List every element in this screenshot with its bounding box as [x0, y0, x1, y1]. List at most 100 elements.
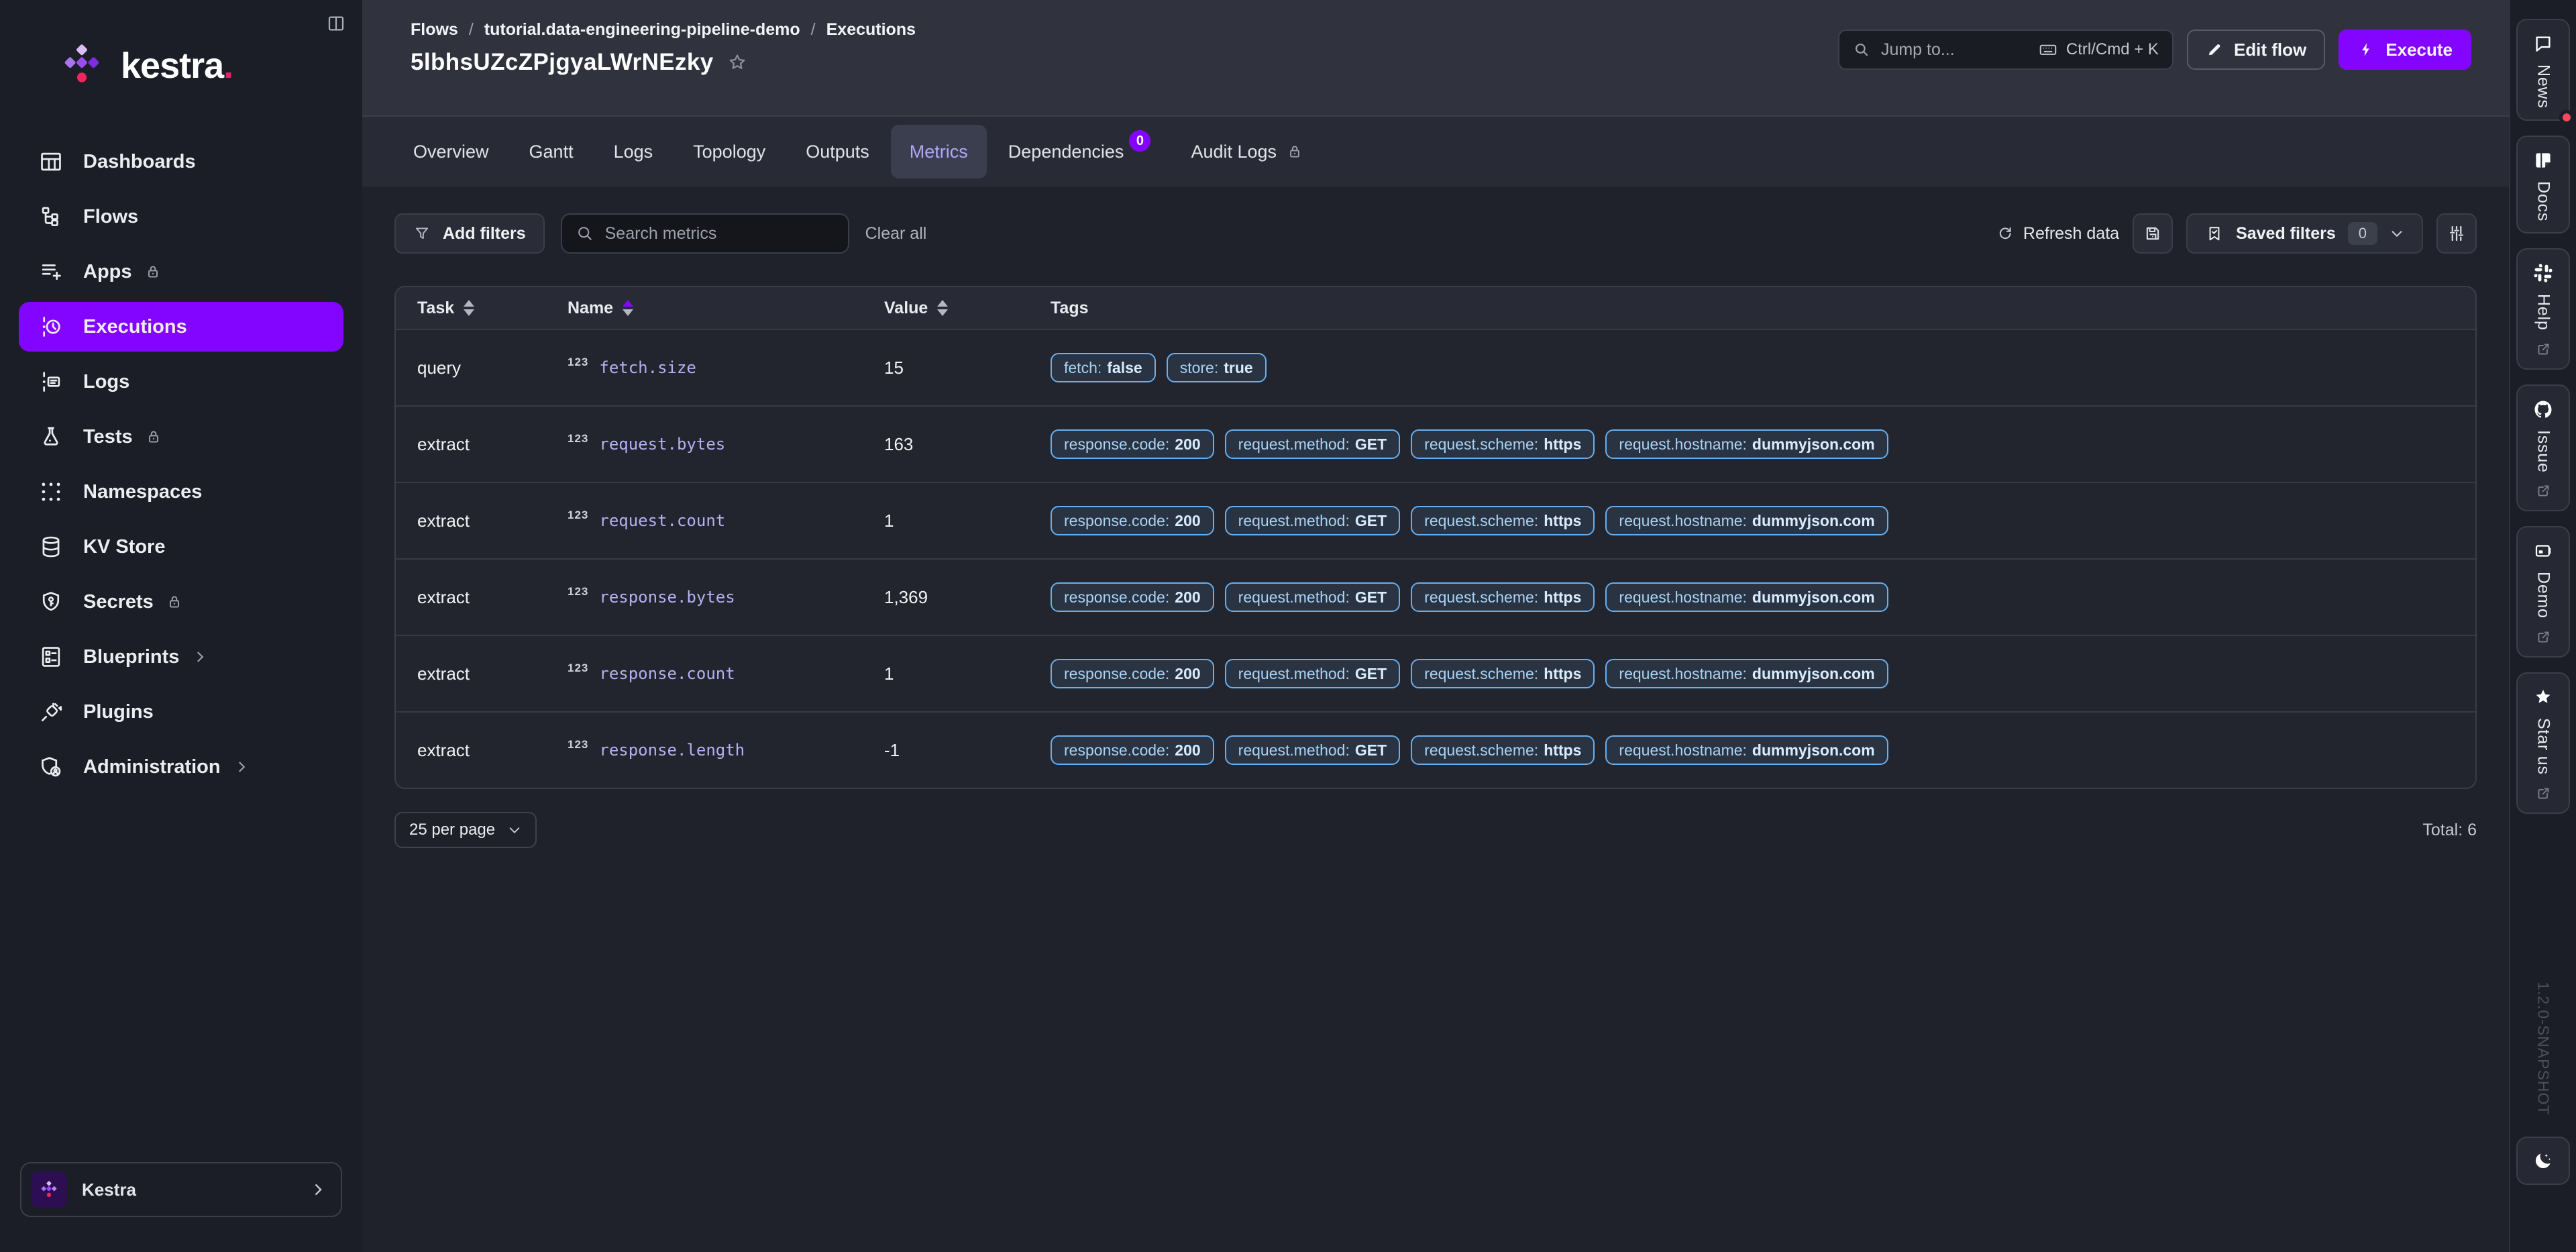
- saved-filters-button[interactable]: Saved filters 0: [2186, 213, 2423, 254]
- breadcrumb-flow-id[interactable]: tutorial.data-engineering-pipeline-demo: [484, 20, 800, 40]
- tag-chip[interactable]: fetch:false: [1051, 353, 1156, 382]
- column-header-name[interactable]: Name: [568, 299, 884, 318]
- docs-button[interactable]: Docs: [2516, 136, 2570, 233]
- sidebar-item-flows[interactable]: Flows: [19, 192, 343, 242]
- tab-audit-logs[interactable]: Audit Logs: [1172, 125, 1322, 178]
- tab-logs[interactable]: Logs: [595, 125, 672, 178]
- help-button[interactable]: Help: [2516, 248, 2570, 370]
- search-metrics-box: [561, 213, 849, 254]
- issue-button[interactable]: Issue: [2516, 384, 2570, 512]
- tag-chip[interactable]: request.method:GET: [1225, 582, 1401, 612]
- breadcrumb-flows[interactable]: Flows: [411, 20, 458, 40]
- refresh-icon: [1996, 225, 2014, 242]
- timeline-text-icon: [38, 369, 64, 395]
- breadcrumb-executions[interactable]: Executions: [826, 20, 916, 40]
- tag-chip[interactable]: request.hostname:dummyjson.com: [1605, 735, 1888, 765]
- favorite-star-icon[interactable]: [727, 52, 747, 72]
- tag-chip[interactable]: store:true: [1167, 353, 1267, 382]
- theme-toggle-button[interactable]: [2516, 1137, 2570, 1185]
- sidebar-nav: Dashboards Flows Apps Executions Logs: [0, 137, 362, 792]
- star-us-button[interactable]: Star us: [2516, 672, 2570, 814]
- demo-button[interactable]: Demo: [2516, 526, 2570, 658]
- tab-outputs[interactable]: Outputs: [787, 125, 888, 178]
- tag-chip[interactable]: request.scheme:https: [1411, 429, 1595, 459]
- tag-chip[interactable]: response.code:200: [1051, 659, 1214, 688]
- sidebar-item-namespaces[interactable]: Namespaces: [19, 467, 343, 517]
- execute-button[interactable]: Execute: [2339, 30, 2471, 70]
- column-header-value[interactable]: Value: [884, 299, 1051, 318]
- notification-dot: [2559, 110, 2574, 125]
- save-view-button[interactable]: [2133, 213, 2173, 254]
- tag-chip[interactable]: response.code:200: [1051, 582, 1214, 612]
- column-header-task[interactable]: Task: [417, 299, 568, 318]
- table-row: extract 123response.length -1 response.c…: [396, 711, 2475, 788]
- sidebar-item-administration[interactable]: Administration: [19, 742, 343, 792]
- sidebar-item-logs[interactable]: Logs: [19, 357, 343, 407]
- tab-metrics[interactable]: Metrics: [891, 125, 987, 178]
- metric-name: request.count: [599, 511, 725, 530]
- add-filters-button[interactable]: Add filters: [394, 213, 545, 254]
- lightning-bolt-icon: [2357, 41, 2375, 58]
- sidebar-item-apps[interactable]: Apps: [19, 247, 343, 297]
- numeric-metric-icon: 123: [568, 662, 588, 675]
- chevron-right-icon: [191, 648, 209, 666]
- chevron-right-icon: [233, 758, 250, 776]
- metric-name: response.bytes: [599, 588, 735, 607]
- kestra-logo-mark: [56, 40, 107, 91]
- execution-tabs: Overview Gantt Logs Topology Outputs Met…: [362, 115, 2509, 187]
- tag-chip[interactable]: request.hostname:dummyjson.com: [1605, 506, 1888, 535]
- clear-all-link[interactable]: Clear all: [865, 224, 927, 244]
- sidebar-item-secrets[interactable]: Secrets: [19, 577, 343, 627]
- tag-chip[interactable]: request.scheme:https: [1411, 582, 1595, 612]
- news-button[interactable]: News: [2516, 19, 2570, 121]
- sort-icon: [464, 300, 474, 316]
- edit-flow-button[interactable]: Edit flow: [2187, 30, 2325, 70]
- page-size-select[interactable]: 25 per page: [394, 812, 537, 848]
- tag-chip[interactable]: request.scheme:https: [1411, 506, 1595, 535]
- collapse-sidebar-icon[interactable]: [326, 13, 346, 34]
- tenant-selector[interactable]: Kestra: [20, 1162, 342, 1217]
- value-cell: -1: [884, 740, 1051, 761]
- keyboard-icon: [2038, 40, 2058, 60]
- moon-icon: [2532, 1150, 2554, 1171]
- sidebar-item-dashboards[interactable]: Dashboards: [19, 137, 343, 187]
- sort-asc-icon: [623, 300, 633, 316]
- numeric-metric-icon: 123: [568, 509, 588, 522]
- tag-chip[interactable]: response.code:200: [1051, 429, 1214, 459]
- tag-chip[interactable]: response.code:200: [1051, 735, 1214, 765]
- sidebar-item-plugins[interactable]: Plugins: [19, 687, 343, 737]
- tab-overview[interactable]: Overview: [394, 125, 508, 178]
- sidebar-item-tests[interactable]: Tests: [19, 412, 343, 462]
- metric-name: fetch.size: [599, 358, 696, 377]
- tags-cell: fetch:false store:true: [1051, 353, 2475, 382]
- tag-chip[interactable]: request.scheme:https: [1411, 659, 1595, 688]
- tag-chip[interactable]: request.method:GET: [1225, 659, 1401, 688]
- tag-chip[interactable]: request.hostname:dummyjson.com: [1605, 429, 1888, 459]
- task-cell: extract: [417, 587, 568, 608]
- tag-chip[interactable]: request.method:GET: [1225, 506, 1401, 535]
- pencil-icon: [2206, 41, 2223, 58]
- jump-to-search[interactable]: Jump to... Ctrl/Cmd + K: [1838, 30, 2174, 70]
- tag-chip[interactable]: response.code:200: [1051, 506, 1214, 535]
- sidebar-item-executions[interactable]: Executions: [19, 302, 343, 352]
- tag-chip[interactable]: request.method:GET: [1225, 429, 1401, 459]
- view-dashboard-icon: [38, 149, 64, 174]
- refresh-data-button[interactable]: Refresh data: [1996, 224, 2119, 244]
- sidebar-item-kv-store[interactable]: KV Store: [19, 522, 343, 572]
- right-rail: News Docs Help Issue Demo: [2509, 0, 2576, 1252]
- tab-dependencies[interactable]: Dependencies0: [989, 125, 1170, 178]
- search-metrics-input[interactable]: [605, 224, 835, 244]
- table-row: extract 123request.count 1 response.code…: [396, 482, 2475, 558]
- value-cell: 1: [884, 511, 1051, 531]
- tag-chip[interactable]: request.method:GET: [1225, 735, 1401, 765]
- tag-chip[interactable]: request.scheme:https: [1411, 735, 1595, 765]
- sidebar-item-blueprints[interactable]: Blueprints: [19, 632, 343, 682]
- power-plug-icon: [38, 699, 64, 725]
- tab-topology[interactable]: Topology: [674, 125, 784, 178]
- tag-chip[interactable]: request.hostname:dummyjson.com: [1605, 582, 1888, 612]
- pagination-bar: 25 per page Total: 6: [394, 812, 2477, 848]
- tab-gantt[interactable]: Gantt: [511, 125, 592, 178]
- display-options-button[interactable]: [2436, 213, 2477, 254]
- tag-chip[interactable]: request.hostname:dummyjson.com: [1605, 659, 1888, 688]
- page-title: 5lbhsUZcZPjgyaLWrNEzky: [411, 49, 714, 76]
